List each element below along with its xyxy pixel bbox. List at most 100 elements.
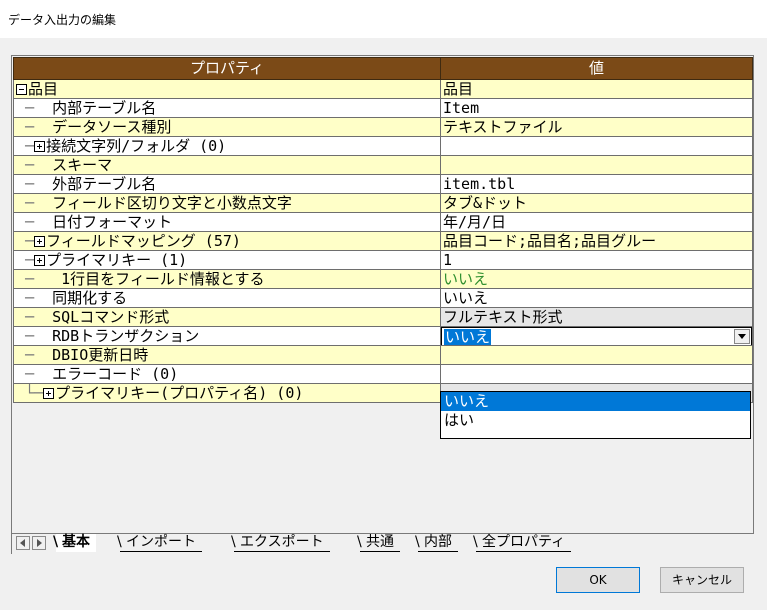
- tab-all-properties[interactable]: 全プロパティ: [473, 534, 572, 552]
- rdb-transaction-select[interactable]: いいえ: [441, 327, 752, 346]
- property-label: 同期化する: [52, 288, 128, 307]
- value-cell[interactable]: [440, 136, 753, 156]
- property-cell[interactable]: ─ 接続文字列/フォルダ (0): [13, 136, 441, 156]
- tab-scroll-left-icon[interactable]: [16, 536, 30, 550]
- value-cell[interactable]: 品目: [440, 79, 753, 99]
- value-cell[interactable]: [440, 364, 753, 384]
- property-cell[interactable]: ─ RDBトランザクション: [13, 326, 441, 346]
- value-cell[interactable]: フルテキスト形式: [440, 307, 753, 327]
- tab-basic[interactable]: 基本: [53, 534, 96, 552]
- property-value: 年/月/日: [443, 212, 507, 231]
- dropdown-option-no[interactable]: いいえ: [441, 392, 750, 411]
- value-cell[interactable]: 年/月/日: [440, 212, 753, 232]
- property-cell[interactable]: ─ 外部テーブル名: [13, 174, 441, 194]
- expand-icon[interactable]: [34, 235, 46, 247]
- property-label: プライマリキー(プロパティ名) (0): [55, 383, 304, 402]
- value-cell[interactable]: いいえ: [440, 288, 753, 308]
- property-cell[interactable]: ─ 日付フォーマット: [13, 212, 441, 232]
- table-row[interactable]: ─ プライマリキー (1) 1: [13, 250, 753, 270]
- collapse-icon[interactable]: [16, 83, 27, 95]
- value-cell[interactable]: いいえ: [440, 326, 753, 346]
- table-row[interactable]: ─ 日付フォーマット 年/月/日: [13, 212, 753, 232]
- property-label: DBIO更新日時: [52, 345, 149, 364]
- value-cell[interactable]: [440, 345, 753, 365]
- property-label: RDBトランザクション: [52, 326, 200, 345]
- property-cell[interactable]: ─ フィールド区切り文字と小数点文字: [13, 193, 441, 213]
- table-row[interactable]: ─ 同期化する いいえ: [13, 288, 753, 308]
- tree-line-icon: └─: [16, 383, 44, 402]
- tab-export[interactable]: エクスポート: [231, 534, 330, 552]
- property-label: フィールド区切り文字と小数点文字: [52, 193, 292, 212]
- property-cell[interactable]: ─ 内部テーブル名: [13, 98, 441, 118]
- value-cell[interactable]: Item: [440, 98, 753, 118]
- property-cell[interactable]: ─ 同期化する: [13, 288, 441, 308]
- select-current-value: いいえ: [444, 327, 492, 346]
- property-value: 品目: [443, 79, 474, 98]
- table-row[interactable]: ─ エラーコード (0): [13, 364, 753, 384]
- tab-import[interactable]: インポート: [117, 534, 202, 552]
- property-grid: プロパティ 値 品目 品目 ─ 内部テーブル名 Item ─ データソース種別 …: [11, 55, 754, 534]
- expand-icon[interactable]: [34, 140, 46, 152]
- table-row[interactable]: ─ フィールドマッピング (57) 品目コード;品目名;品目グルー: [13, 231, 753, 251]
- property-label: SQLコマンド形式: [52, 307, 170, 326]
- value-cell[interactable]: テキストファイル: [440, 117, 753, 137]
- property-grid-body: プロパティ 値 品目 品目 ─ 内部テーブル名 Item ─ データソース種別 …: [13, 57, 753, 532]
- column-header-property[interactable]: プロパティ: [13, 57, 441, 80]
- property-cell[interactable]: ─ スキーマ: [13, 155, 441, 175]
- table-row[interactable]: ─ RDBトランザクション いいえ: [13, 326, 753, 346]
- table-row[interactable]: ─ 外部テーブル名 item.tbl: [13, 174, 753, 194]
- value-cell[interactable]: [440, 155, 753, 175]
- window-title: データ入出力の編集: [8, 13, 117, 27]
- table-row[interactable]: ─ 1行目をフィールド情報とする いいえ: [13, 269, 753, 289]
- property-label: 1行目をフィールド情報とする: [61, 269, 265, 288]
- tree-line-icon: ─: [16, 193, 53, 212]
- property-cell[interactable]: ─ DBIO更新日時: [13, 345, 441, 365]
- tab-scroll-right-icon[interactable]: [32, 536, 46, 550]
- table-row[interactable]: 品目 品目: [13, 79, 753, 99]
- property-value: 品目コード;品目名;品目グルー: [443, 231, 657, 250]
- property-cell[interactable]: ─ フィールドマッピング (57): [13, 231, 441, 251]
- table-row[interactable]: ─ SQLコマンド形式 フルテキスト形式: [13, 307, 753, 327]
- tree-line-icon: ─: [16, 288, 53, 307]
- value-cell[interactable]: タブ&ドット: [440, 193, 753, 213]
- dropdown-list[interactable]: いいえ はい: [440, 391, 751, 439]
- table-row[interactable]: ─ 接続文字列/フォルダ (0): [13, 136, 753, 156]
- property-value: タブ&ドット: [443, 193, 528, 212]
- tree-line-icon: ─: [16, 231, 35, 250]
- expand-icon[interactable]: [34, 254, 46, 266]
- tree-line-icon: ─: [16, 174, 53, 193]
- dropdown-option-yes[interactable]: はい: [441, 411, 750, 430]
- tab-internal[interactable]: 内部: [415, 534, 458, 552]
- table-row[interactable]: ─ フィールド区切り文字と小数点文字 タブ&ドット: [13, 193, 753, 213]
- tree-line-icon: ─: [16, 364, 53, 383]
- column-header-value[interactable]: 値: [440, 57, 753, 80]
- property-cell[interactable]: ─ エラーコード (0): [13, 364, 441, 384]
- property-cell[interactable]: ─ プライマリキー (1): [13, 250, 441, 270]
- cancel-button[interactable]: キャンセル: [660, 567, 744, 593]
- tree-line-icon: ─: [16, 307, 53, 326]
- property-value: テキストファイル: [443, 117, 563, 136]
- ok-button[interactable]: OK: [556, 567, 640, 593]
- tree-line-icon: ─: [16, 250, 35, 269]
- table-row[interactable]: ─ DBIO更新日時: [13, 345, 753, 365]
- table-row[interactable]: ─ 内部テーブル名 Item: [13, 98, 753, 118]
- property-value: フルテキスト形式: [443, 307, 563, 326]
- value-cell[interactable]: item.tbl: [440, 174, 753, 194]
- table-row[interactable]: ─ データソース種別 テキストファイル: [13, 117, 753, 137]
- property-label: 内部テーブル名: [52, 98, 157, 117]
- property-cell[interactable]: 品目: [13, 79, 441, 99]
- property-cell[interactable]: ─ SQLコマンド形式: [13, 307, 441, 327]
- expand-icon[interactable]: [43, 387, 55, 399]
- property-cell[interactable]: ─ データソース種別: [13, 117, 441, 137]
- table-row[interactable]: ─ スキーマ: [13, 155, 753, 175]
- tab-bar: 基本 インポート エクスポート 共通 内部 全プロパティ: [11, 534, 754, 554]
- value-cell[interactable]: 1: [440, 250, 753, 270]
- property-label: 接続文字列/フォルダ (0): [46, 136, 227, 155]
- chevron-down-icon[interactable]: [734, 328, 750, 344]
- property-cell[interactable]: └─ プライマリキー(プロパティ名) (0): [13, 383, 441, 403]
- property-cell[interactable]: ─ 1行目をフィールド情報とする: [13, 269, 441, 289]
- value-cell[interactable]: 品目コード;品目名;品目グルー: [440, 231, 753, 251]
- value-cell[interactable]: いいえ: [440, 269, 753, 289]
- tree-line-icon: ─: [16, 117, 53, 136]
- tab-common[interactable]: 共通: [357, 534, 400, 552]
